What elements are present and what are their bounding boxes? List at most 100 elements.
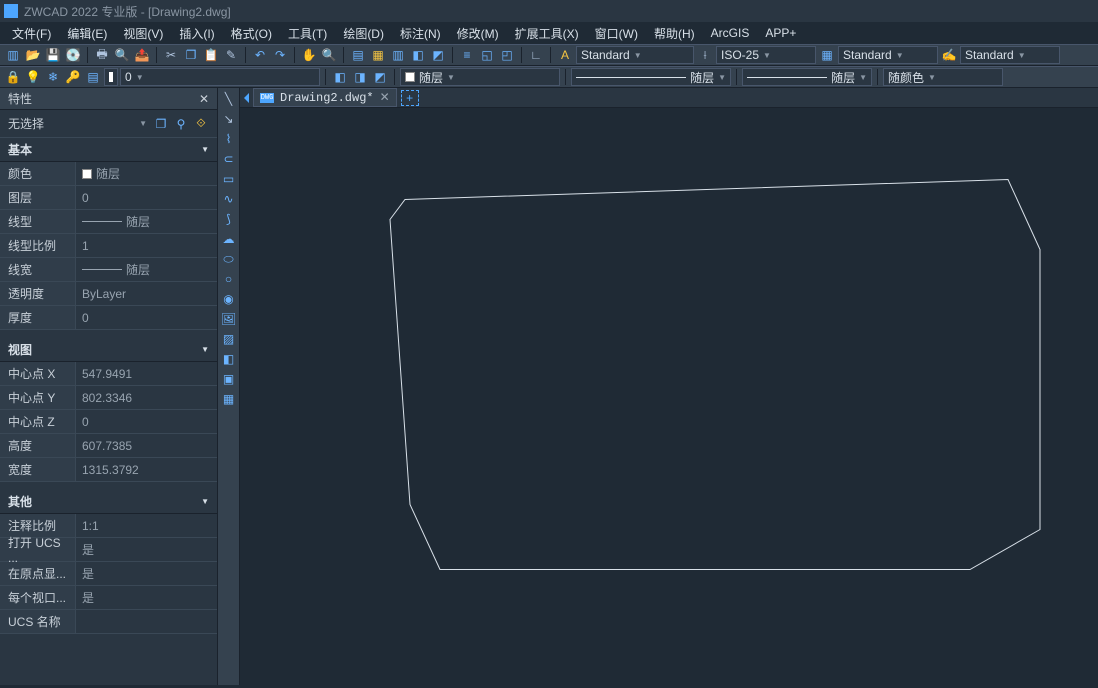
drawing-canvas[interactable] [240,108,1098,686]
copy-icon[interactable]: ❐ [182,46,200,64]
menu-item[interactable]: 帮助(H) [646,23,703,44]
layer-iso-icon[interactable]: ◰ [498,46,516,64]
property-row[interactable]: 中心点 Y802.3346 [0,386,217,410]
curve-icon[interactable]: ⟆ [220,210,238,228]
menu-item[interactable]: 编辑(E) [59,23,115,44]
saveas-icon[interactable]: 💽 [64,46,82,64]
text-style-icon[interactable]: A [556,46,574,64]
new-tab-button[interactable]: + [401,90,419,106]
color-combo[interactable]: 随层▼ [400,68,560,86]
table-icon[interactable]: ▥ [389,46,407,64]
property-row[interactable]: 透明度ByLayer [0,282,217,306]
redo-icon[interactable]: ↷ [271,46,289,64]
image-icon[interactable]: 🖼 [220,310,238,328]
drawtool-icon[interactable]: ▤ [349,46,367,64]
property-value[interactable]: 随层 [76,162,217,185]
menu-item[interactable]: ArcGIS [703,24,758,42]
table-draw-icon[interactable]: ▦ [220,390,238,408]
property-value[interactable]: 1315.3792 [76,458,217,481]
menu-item[interactable]: 标注(N) [392,23,449,44]
property-value[interactable]: 是 [76,586,217,609]
tab-close-icon[interactable]: ✕ [380,90,390,105]
layer-mgr-icon[interactable]: ≡ [458,46,476,64]
freeze-icon[interactable]: ❄ [44,68,62,86]
property-row[interactable]: 线型随层 [0,210,217,234]
property-value[interactable]: 随层 [76,210,217,233]
ellipse-icon[interactable]: ⬭ [220,250,238,268]
mleader-style-icon[interactable]: ✍ [940,46,958,64]
text-style-combo[interactable]: Standard▼ [576,46,694,64]
section-basic-header[interactable]: 基本 ▼ [0,138,217,162]
new-icon[interactable]: ▥ [4,46,22,64]
tool4-icon[interactable]: ◧ [409,46,427,64]
layer-match-icon[interactable]: ◧ [331,68,349,86]
property-value[interactable]: 0 [76,306,217,329]
lock-icon[interactable]: 🔒 [4,68,22,86]
ray-icon[interactable]: ↘ [220,110,238,128]
property-row[interactable]: 线型比例1 [0,234,217,258]
property-value[interactable]: 802.3346 [76,386,217,409]
property-row[interactable]: 高度607.7385 [0,434,217,458]
close-icon[interactable]: ✕ [199,92,209,106]
region-icon[interactable]: ▣ [220,370,238,388]
property-value[interactable]: ByLayer [76,282,217,305]
layer-prev-icon[interactable]: ◱ [478,46,496,64]
menu-item[interactable]: 绘图(D) [335,23,392,44]
linetype-combo[interactable]: 随层▼ [571,68,731,86]
spline-icon[interactable]: ∿ [220,190,238,208]
property-row[interactable]: 在原点显...是 [0,562,217,586]
open-icon[interactable]: 📂 [24,46,42,64]
property-value[interactable]: 607.7385 [76,434,217,457]
arc-icon[interactable]: ⊂ [220,150,238,168]
property-row[interactable]: 中心点 Z0 [0,410,217,434]
dim-style-combo[interactable]: ISO-25▼ [716,46,816,64]
pan-icon[interactable]: ✋ [300,46,318,64]
layer-name-combo[interactable]: 0▼ [120,68,320,86]
menu-item[interactable]: 格式(O) [223,23,280,44]
property-value[interactable]: 547.9491 [76,362,217,385]
circle-icon[interactable]: ○ [220,270,238,288]
layer-prev2-icon[interactable]: ◨ [351,68,369,86]
property-row[interactable]: 颜色随层 [0,162,217,186]
bulb-on-icon[interactable]: 💡 [24,68,42,86]
property-row[interactable]: 宽度1315.3792 [0,458,217,482]
preview-icon[interactable]: 🔍 [113,46,131,64]
selection-combo[interactable]: 无选择 ▼ [8,115,147,132]
block-icon[interactable]: ▦ [369,46,387,64]
polyline-icon[interactable]: ⌇ [220,130,238,148]
section-view-header[interactable]: 视图 ▼ [0,338,217,362]
rectangle-icon[interactable]: ▭ [220,170,238,188]
menu-item[interactable]: 插入(I) [171,23,222,44]
menu-item[interactable]: 修改(M) [449,23,507,44]
undo-icon[interactable]: ↶ [251,46,269,64]
property-value[interactable] [76,610,217,633]
table-style-icon[interactable]: ▦ [818,46,836,64]
dim-style-icon[interactable]: ⟊ [696,46,714,64]
select-objects-icon[interactable]: ❐ [153,116,169,132]
layer-color-swatch[interactable] [104,68,118,86]
matchprop-icon[interactable]: ✎ [222,46,240,64]
document-tab[interactable]: DWG Drawing2.dwg* ✕ [253,88,397,107]
key-icon[interactable]: 🔑 [64,68,82,86]
cut-icon[interactable]: ✂ [162,46,180,64]
tool5-icon[interactable]: ◩ [429,46,447,64]
quick-select-icon[interactable]: ⚲ [173,116,189,132]
lineweight-combo[interactable]: 随层▼ [742,68,872,86]
layer-state-icon[interactable]: ▤ [84,68,102,86]
property-row[interactable]: 打开 UCS ...是 [0,538,217,562]
property-value[interactable]: 1 [76,234,217,257]
property-row[interactable]: 厚度0 [0,306,217,330]
paste-icon[interactable]: 📋 [202,46,220,64]
section-other-header[interactable]: 其他 ▼ [0,490,217,514]
menu-item[interactable]: 文件(F) [4,23,59,44]
menu-item[interactable]: 工具(T) [280,23,335,44]
ucs-icon[interactable]: ∟ [527,46,545,64]
property-value[interactable]: 0 [76,186,217,209]
menu-item[interactable]: 窗口(W) [587,23,646,44]
property-value[interactable]: 是 [76,538,217,561]
menu-item[interactable]: 扩展工具(X) [507,23,587,44]
table-style-combo[interactable]: Standard▼ [838,46,938,64]
property-value[interactable]: 0 [76,410,217,433]
property-row[interactable]: 每个视口...是 [0,586,217,610]
mleader-style-combo[interactable]: Standard▼ [960,46,1060,64]
